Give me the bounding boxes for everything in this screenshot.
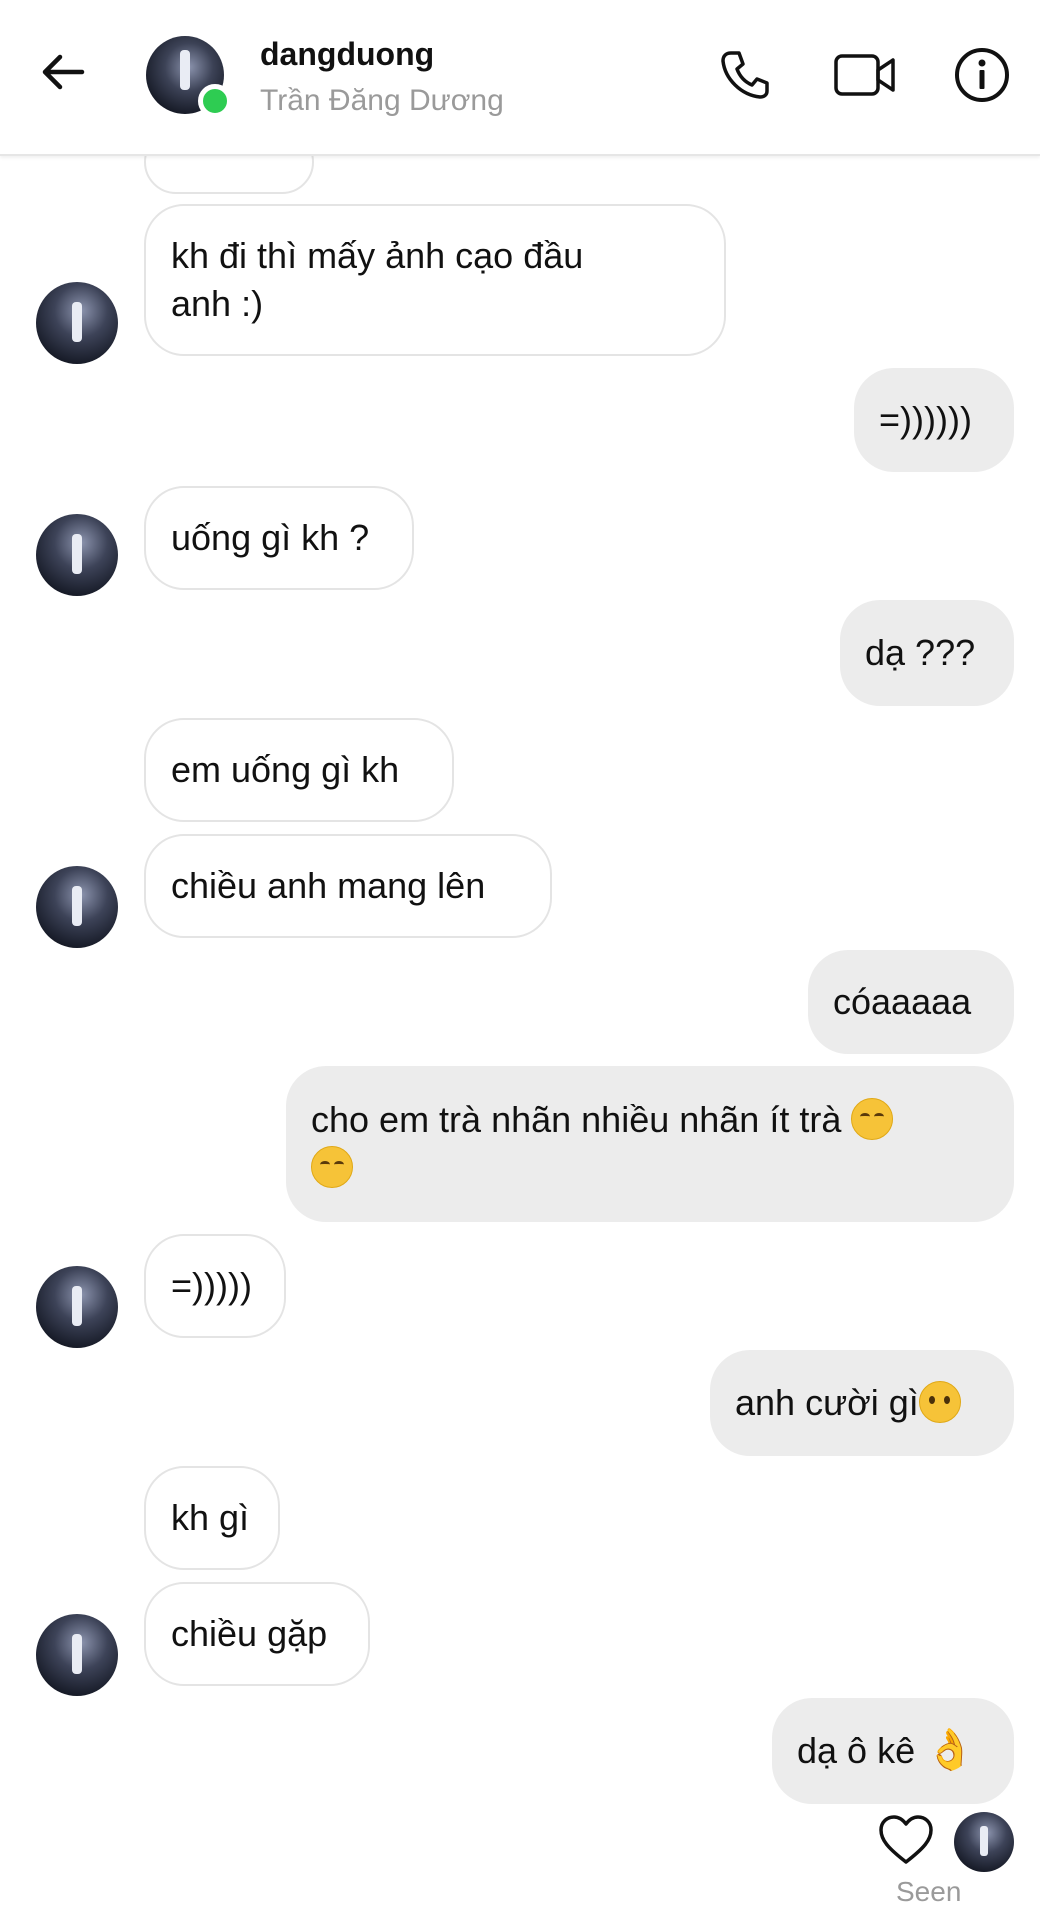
message-text: em uống gì kh (171, 749, 400, 790)
online-status-dot (198, 84, 232, 118)
sender-avatar[interactable] (36, 282, 118, 364)
video-call-button[interactable] (827, 40, 903, 110)
message-text: =)))))) (879, 399, 972, 440)
message-bubble-incoming[interactable]: kh đi thì mấy ảnh cạo đầu anh :) (144, 204, 726, 356)
phone-icon (721, 51, 769, 99)
message-text: anh cười gì (735, 1379, 989, 1427)
message-text (311, 1144, 989, 1192)
message-bubble-outgoing[interactable]: cho em trà nhãn nhiều nhãn ít trà (286, 1066, 1014, 1222)
back-button[interactable] (30, 40, 94, 104)
message-text-line: anh cười gì (735, 1382, 919, 1423)
raised-eyebrow-emoji-icon (918, 1381, 961, 1423)
message-bubble-incoming[interactable]: kh gì (144, 1466, 280, 1570)
message-bubble-outgoing[interactable]: dạ ô kê 👌 (772, 1698, 1014, 1804)
info-button[interactable] (950, 40, 1014, 110)
sender-avatar[interactable] (36, 1266, 118, 1348)
squinting-tongue-emoji-icon (311, 1146, 353, 1188)
chat-username[interactable]: dangduong (260, 36, 434, 73)
message-bubble-outgoing[interactable]: cóaaaaa (808, 950, 1014, 1054)
info-icon (955, 48, 1009, 102)
message-bubble-incoming[interactable]: em uống gì kh (144, 718, 454, 822)
sender-avatar[interactable] (36, 514, 118, 596)
message-text: chiều anh mang lên (171, 865, 486, 906)
back-arrow-icon (42, 54, 85, 90)
message-bubble-incoming[interactable]: chiều anh mang lên (144, 834, 552, 938)
message-text: anh :) (171, 283, 264, 324)
heart-outline-icon[interactable] (878, 1814, 934, 1866)
message-text-line: cho em trà nhãn nhiều nhãn ít trà (311, 1099, 842, 1140)
message-text: uống gì kh ? (171, 517, 370, 558)
ok-hand-emoji-icon: 👌 (925, 1728, 975, 1772)
message-bubble-outgoing[interactable]: =)))))) (854, 368, 1014, 472)
message-text: dạ ô kê 👌 (797, 1727, 989, 1775)
sender-avatar[interactable] (36, 1614, 118, 1696)
message-bubble-outgoing[interactable]: dạ ??? (840, 600, 1014, 706)
message-text: cóaaaaa (833, 981, 972, 1022)
message-text: cho em trà nhãn nhiều nhãn ít trà (311, 1096, 989, 1144)
message-thread: kh đi thì mấy ảnh cạo đầu anh :) =))))))… (0, 0, 1040, 1920)
message-bubble-outgoing[interactable]: anh cười gì (710, 1350, 1014, 1456)
chat-display-name: Trần Đăng Dương (260, 84, 504, 117)
message-bubble-incoming[interactable]: uống gì kh ? (144, 486, 414, 590)
chat-header: dangduong Trần Đăng Dương (0, 0, 1040, 156)
voice-call-button[interactable] (710, 40, 780, 110)
message-text: kh đi thì mấy ảnh cạo đầu (171, 235, 584, 276)
video-camera-icon (834, 54, 895, 96)
message-text: dạ ??? (865, 632, 976, 673)
message-text-line: dạ ô kê (797, 1730, 916, 1771)
message-text: =))))) (171, 1265, 252, 1306)
profile-avatar[interactable] (146, 36, 232, 118)
seen-label: Seen (896, 1876, 962, 1907)
squinting-tongue-emoji-icon (851, 1098, 894, 1140)
message-text: kh gì (171, 1497, 250, 1538)
message-text: chiều gặp (171, 1613, 328, 1654)
message-bubble-incoming[interactable]: chiều gặp (144, 1582, 370, 1686)
seen-avatar (954, 1812, 1014, 1872)
message-bubble-incoming[interactable]: =))))) (144, 1234, 286, 1338)
sender-avatar[interactable] (36, 866, 118, 948)
